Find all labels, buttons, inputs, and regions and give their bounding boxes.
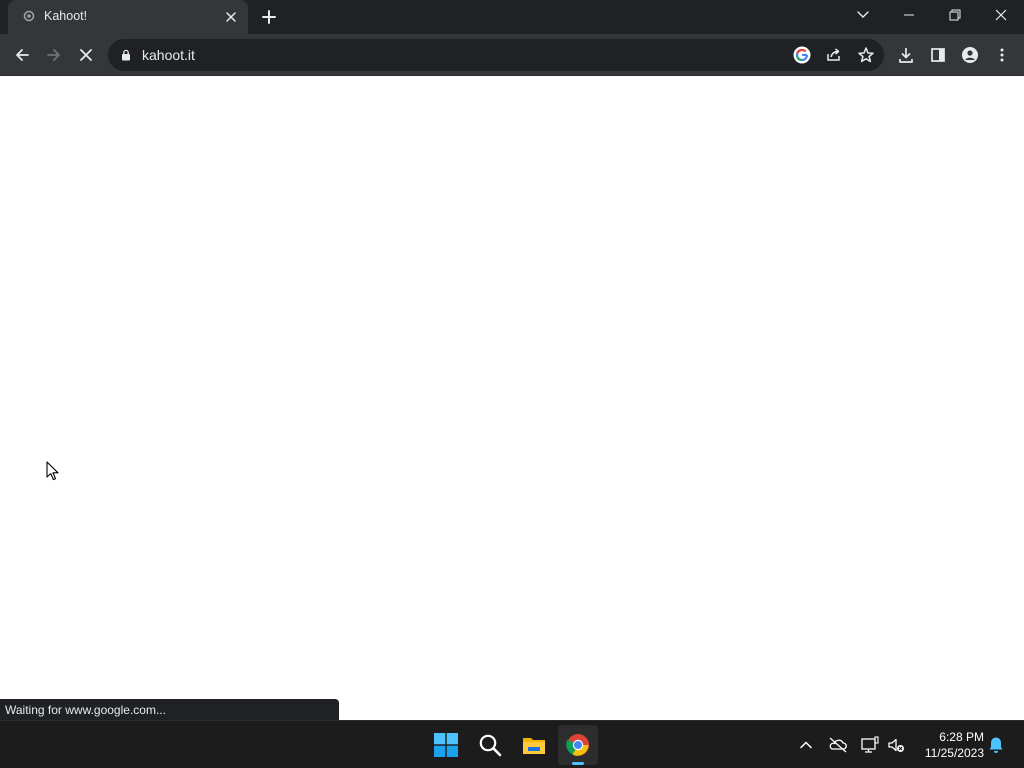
back-button[interactable] (9, 42, 35, 68)
mouse-cursor-icon (46, 461, 59, 481)
folder-icon (523, 738, 545, 754)
chrome-taskbar-button[interactable] (558, 725, 598, 765)
status-bubble: Waiting for www.google.com... (0, 699, 339, 720)
notification-bell-icon[interactable] (986, 735, 1006, 755)
restore-icon (949, 9, 961, 21)
restore-button[interactable] (932, 0, 978, 30)
system-clock[interactable]: 6:28 PM 11/25/2023 (914, 729, 984, 761)
clock-date: 11/25/2023 (924, 746, 984, 760)
close-icon (995, 9, 1007, 21)
volume-muted-icon[interactable] (886, 735, 906, 755)
share-icon[interactable] (824, 45, 844, 65)
stop-x-icon (80, 49, 92, 61)
tab-close-icon[interactable] (223, 9, 239, 25)
bookmark-star-icon[interactable] (856, 45, 876, 65)
tab-kahoot[interactable]: Kahoot! (8, 0, 248, 34)
address-bar[interactable]: kahoot.it (108, 39, 884, 71)
windows-logo-icon (434, 733, 458, 757)
clock-time: 6:28 PM (939, 730, 984, 744)
profile-avatar-icon (962, 47, 978, 63)
profile-button[interactable] (957, 42, 983, 68)
minimize-icon (904, 14, 914, 16)
page-content (0, 77, 1024, 720)
new-tab-icon[interactable] (259, 7, 279, 27)
download-icon (899, 48, 913, 63)
chrome-icon (566, 734, 589, 756)
url-text[interactable]: kahoot.it (142, 47, 195, 63)
stop-loading-button[interactable] (73, 42, 99, 68)
tab-search-chevron-icon[interactable] (853, 6, 873, 24)
start-button[interactable] (426, 725, 466, 765)
google-lens-icon[interactable] (792, 45, 812, 65)
search-button[interactable] (470, 725, 510, 765)
kebab-menu-icon (1000, 48, 1004, 62)
downloads-button[interactable] (893, 42, 919, 68)
active-app-indicator (572, 762, 584, 765)
browser-toolbar: kahoot.it (0, 34, 1024, 76)
tab-strip: Kahoot! (0, 0, 1024, 34)
tab-title: Kahoot! (44, 9, 88, 23)
back-arrow-icon (16, 49, 29, 61)
onedrive-offline-icon[interactable] (828, 735, 848, 755)
side-panel-button[interactable] (925, 42, 951, 68)
side-panel-icon (931, 48, 945, 62)
search-icon (479, 734, 502, 757)
close-window-button[interactable] (978, 0, 1024, 30)
forward-arrow-icon (47, 49, 60, 61)
show-hidden-icons-chevron-icon[interactable] (796, 735, 816, 755)
status-text: Waiting for www.google.com... (5, 703, 166, 717)
loading-favicon-icon (23, 10, 35, 22)
chrome-menu-button[interactable] (989, 42, 1015, 68)
network-icon[interactable] (860, 735, 880, 755)
windows-taskbar: 6:28 PM 11/25/2023 (0, 720, 1024, 768)
minimize-button[interactable] (886, 0, 932, 30)
forward-button[interactable] (41, 42, 67, 68)
lock-icon[interactable] (120, 49, 132, 61)
file-explorer-button[interactable] (514, 725, 554, 765)
